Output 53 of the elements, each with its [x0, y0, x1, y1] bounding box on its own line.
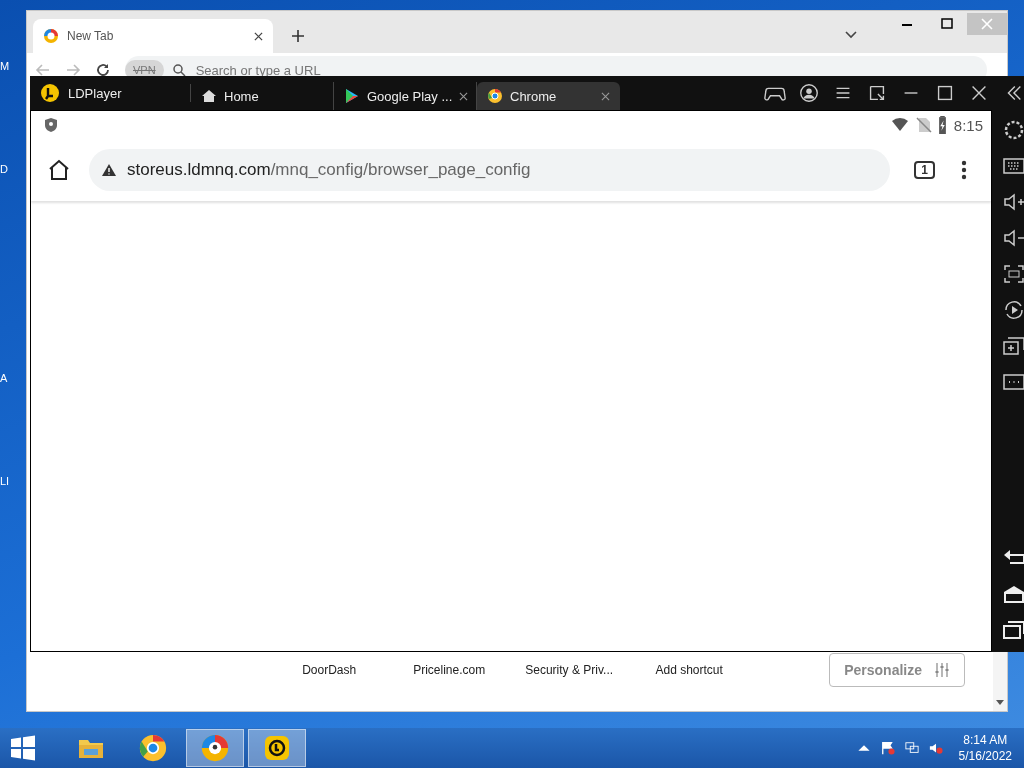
app-title: LDPlayer [68, 85, 122, 101]
url-field[interactable]: storeus.ldmnq.com/mnq_config/browser_page_config [89, 149, 891, 191]
taskbar-clock[interactable]: 8:14 AM 5/16/2022 [952, 732, 1024, 764]
personalize-button[interactable]: Personalize [829, 653, 965, 687]
desktop-icon-label: D [0, 163, 8, 175]
tab-search-chevron-icon[interactable] [845, 31, 857, 39]
close-tab-icon[interactable] [601, 91, 610, 101]
fullscreen-icon[interactable] [1002, 262, 1024, 286]
add-window-icon[interactable] [1002, 334, 1024, 358]
back-icon[interactable] [35, 62, 51, 78]
search-icon [171, 63, 186, 77]
app-logo-icon [40, 83, 60, 103]
sliders-icon [934, 662, 950, 678]
close-tab-icon[interactable] [254, 31, 263, 41]
desktop-icon-label: M [0, 60, 10, 72]
reload-icon[interactable] [95, 62, 111, 78]
shortcut-link[interactable]: Add shortcut [629, 663, 750, 677]
taskbar-app[interactable] [248, 729, 306, 767]
forward-icon[interactable] [65, 62, 81, 78]
flag-alert-icon[interactable] [880, 741, 895, 755]
url-text: storeus.ldmnq.com/mnq_config/browser_page_config [127, 160, 531, 180]
home-icon [201, 88, 217, 104]
network-icon[interactable] [904, 741, 919, 755]
home-icon[interactable] [47, 158, 71, 182]
status-time: 8:15 [953, 116, 983, 134]
shortcut-link[interactable]: DoorDash [269, 663, 390, 677]
more-options-icon[interactable] [961, 160, 967, 180]
record-icon[interactable] [1002, 298, 1024, 322]
battery-charging-icon [938, 116, 946, 134]
shortcut-link[interactable]: Priceline.com [389, 663, 510, 677]
shield-icon [43, 117, 59, 133]
browser-tab[interactable]: New Tab [33, 19, 273, 53]
browser-logo-icon [201, 734, 229, 762]
settings-icon[interactable] [1002, 118, 1024, 142]
chrome-logo-icon [139, 734, 167, 762]
start-icon[interactable] [10, 735, 36, 761]
desktop-icon-label: LI [0, 475, 10, 487]
recent-apps-icon[interactable] [1002, 618, 1024, 642]
scroll-down-icon[interactable] [996, 700, 1004, 705]
desktop-icon-label: A [0, 372, 8, 384]
shortcut-link[interactable]: Security & Priv... [509, 663, 630, 677]
play-triangle-icon [344, 88, 360, 104]
emulator-tab[interactable]: Chrome [477, 82, 620, 110]
chrome-logo-icon [487, 88, 503, 104]
tab-count[interactable]: 1 [914, 161, 935, 179]
browser-logo-icon [43, 28, 59, 44]
account-icon[interactable] [798, 82, 820, 104]
warning-icon [101, 162, 117, 178]
no-sim-icon [914, 116, 933, 134]
app-logo-icon [263, 734, 291, 762]
new-tab-icon[interactable] [291, 29, 305, 43]
close-tab-icon[interactable] [459, 91, 469, 101]
volume-muted-icon[interactable] [928, 741, 943, 755]
